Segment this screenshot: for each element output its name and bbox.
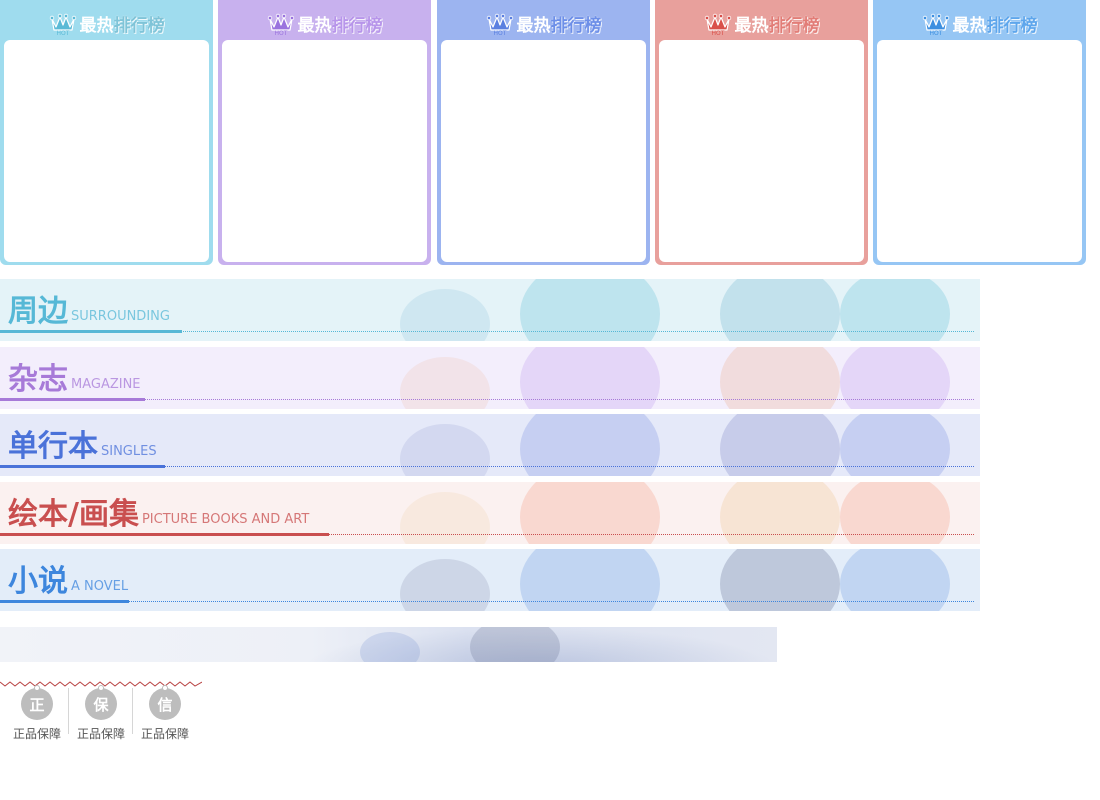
crown-hot-icon: HOT <box>267 13 294 36</box>
category-banner[interactable]: 杂志 MAGAZINE <box>0 347 980 409</box>
category-title[interactable]: 周边 SURROUNDING <box>8 295 170 329</box>
category-name: 单行本 <box>8 429 98 464</box>
crown-badge-text: HOT <box>493 30 506 36</box>
ranking-panel-title: 最热排行榜 <box>79 15 165 36</box>
ranking-list <box>441 40 646 262</box>
crown-badge-text: HOT <box>929 30 942 36</box>
category-name: 绘本/画集 <box>8 497 139 532</box>
ranking-panel: HOT 最热排行榜 <box>0 0 213 265</box>
ranking-list <box>877 40 1082 262</box>
category-title[interactable]: 小说 A NOVEL <box>8 565 128 599</box>
crown-badge-text: HOT <box>56 30 69 36</box>
ranking-panel-header[interactable]: HOT 最热排行榜 <box>655 8 868 38</box>
divider <box>68 688 69 734</box>
category-subtitle: A NOVEL <box>71 579 129 594</box>
crown-hot-icon: HOT <box>49 13 76 36</box>
guarantee-badge-icon: 正 <box>21 685 53 720</box>
category-subtitle: PICTURE BOOKS AND ART <box>141 512 310 527</box>
ranking-panel-title: 最热排行榜 <box>734 15 820 36</box>
guarantee-badge-icon: 信 <box>149 685 181 720</box>
category-name: 周边 <box>8 294 68 329</box>
dotted-divider <box>0 399 974 400</box>
crown-hot-icon: HOT <box>486 13 513 36</box>
title-underline <box>0 600 129 603</box>
crown-hot-icon: HOT <box>922 13 949 36</box>
category-banner[interactable]: 单行本 SINGLES <box>0 414 980 476</box>
ranking-list <box>4 40 209 262</box>
category-name: 小说 <box>8 564 68 599</box>
category-name: 杂志 <box>8 362 68 397</box>
guarantee-label: 正品保障 <box>140 727 189 741</box>
guarantee-item[interactable]: 信 正品保障 <box>133 685 197 742</box>
ranking-panel-header[interactable]: HOT 最热排行榜 <box>218 8 431 38</box>
crown-badge-text: HOT <box>274 30 287 36</box>
title-underline <box>0 533 329 536</box>
category-subtitle: MAGAZINE <box>71 377 141 392</box>
ranking-panel-title: 最热排行榜 <box>297 15 383 36</box>
crown-badge-text: HOT <box>711 30 724 36</box>
title-underline <box>0 330 182 333</box>
ranking-panel: HOT 最热排行榜 <box>437 0 650 265</box>
divider <box>132 688 133 734</box>
category-subtitle: SINGLES <box>101 444 157 459</box>
ranking-panel-header[interactable]: HOT 最热排行榜 <box>873 8 1086 38</box>
ranking-panel-title: 最热排行榜 <box>516 15 602 36</box>
category-subtitle: SURROUNDING <box>71 309 170 324</box>
ranking-panel-title: 最热排行榜 <box>952 15 1038 36</box>
guarantee-label: 正品保障 <box>12 727 61 741</box>
promo-strip[interactable] <box>0 627 777 662</box>
category-banner[interactable]: 周边 SURROUNDING <box>0 279 980 341</box>
category-title[interactable]: 绘本/画集 PICTURE BOOKS AND ART <box>8 498 309 532</box>
title-underline <box>0 398 145 401</box>
ranking-list <box>222 40 427 262</box>
ranking-panel: HOT 最热排行榜 <box>218 0 431 265</box>
guarantee-item[interactable]: 保 正品保障 <box>69 685 133 742</box>
category-banner[interactable]: 小说 A NOVEL <box>0 549 980 611</box>
ranking-panel-header[interactable]: HOT 最热排行榜 <box>437 8 650 38</box>
dotted-divider <box>0 601 974 602</box>
title-underline <box>0 465 165 468</box>
guarantee-label: 正品保障 <box>76 727 125 741</box>
category-title[interactable]: 杂志 MAGAZINE <box>8 363 141 397</box>
ranking-list <box>659 40 864 262</box>
ranking-panel: HOT 最热排行榜 <box>655 0 868 265</box>
category-title[interactable]: 单行本 SINGLES <box>8 430 157 464</box>
guarantee-item[interactable]: 正 正品保障 <box>5 685 69 742</box>
ranking-panel-header[interactable]: HOT 最热排行榜 <box>0 8 213 38</box>
ranking-panel: HOT 最热排行榜 <box>873 0 1086 265</box>
guarantee-badge-icon: 保 <box>85 685 117 720</box>
category-banner[interactable]: 绘本/画集 PICTURE BOOKS AND ART <box>0 482 980 544</box>
crown-hot-icon: HOT <box>704 13 731 36</box>
